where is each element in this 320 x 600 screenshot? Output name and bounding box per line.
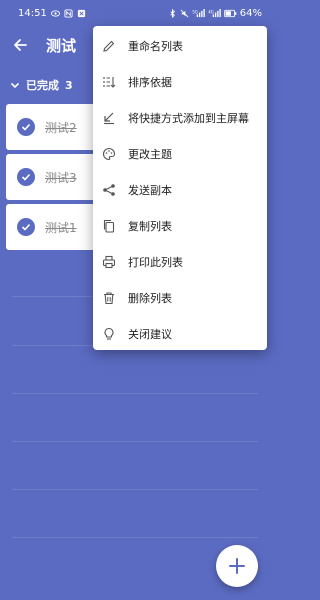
menu-item-delete-list[interactable]: 删除列表 — [93, 280, 267, 316]
check-icon — [21, 123, 31, 131]
menu-item-label: 复制列表 — [128, 220, 172, 233]
menu-item-label: 排序依据 — [128, 76, 172, 89]
svg-text:4G: 4G — [208, 9, 214, 14]
checkbox-checked[interactable] — [17, 118, 35, 136]
menu-item-change-theme[interactable]: 更改主题 — [93, 136, 267, 172]
overflow-menu: 重命名列表 排序依据 将快捷方式添加到主屏幕 更改主题 发送副本 复制列表 打印… — [93, 26, 267, 350]
pencil-icon — [101, 38, 117, 54]
menu-item-send-copy[interactable]: 发送副本 — [93, 172, 267, 208]
svg-text:5G: 5G — [192, 9, 198, 14]
menu-item-label: 打印此列表 — [128, 256, 183, 269]
trash-icon — [101, 290, 117, 306]
menu-item-add-shortcut[interactable]: 将快捷方式添加到主屏幕 — [93, 100, 267, 136]
checkbox-checked[interactable] — [17, 218, 35, 236]
checkbox-checked[interactable] — [17, 168, 35, 186]
signal-4g-icon: 4G — [208, 8, 221, 17]
menu-item-label: 重命名列表 — [128, 40, 183, 53]
menu-item-turn-off-suggestions[interactable]: 关闭建议 — [93, 316, 267, 352]
completed-section-toggle[interactable]: 已完成 3 — [10, 74, 73, 96]
printer-icon — [101, 254, 117, 270]
task-title: 测试1 — [45, 220, 77, 235]
chevron-down-icon — [10, 82, 20, 89]
bluetooth-icon — [170, 8, 175, 18]
share-icon — [101, 182, 117, 198]
menu-item-print-list[interactable]: 打印此列表 — [93, 244, 267, 280]
task-title: 测试2 — [45, 120, 77, 135]
copy-icon — [101, 218, 117, 234]
notification-icon — [77, 9, 85, 17]
check-icon — [21, 173, 31, 181]
completed-count: 3 — [65, 78, 73, 92]
menu-item-label: 关闭建议 — [128, 328, 172, 341]
check-icon — [21, 223, 31, 231]
battery-percent: 64% — [239, 7, 262, 19]
completed-label: 已完成 — [26, 79, 59, 92]
menu-item-duplicate-list[interactable]: 复制列表 — [93, 208, 267, 244]
arrow-left-icon — [14, 39, 27, 51]
background-rule — [12, 537, 258, 538]
sort-icon — [101, 74, 117, 90]
battery-icon — [223, 9, 237, 17]
back-button[interactable] — [0, 26, 40, 64]
eye-icon — [50, 9, 60, 17]
status-bar: 14:51 5G 4G 64% — [0, 0, 270, 26]
menu-item-label: 删除列表 — [128, 292, 172, 305]
background-rule — [12, 441, 258, 442]
add-task-button[interactable] — [216, 545, 258, 587]
task-title: 测试3 — [45, 170, 77, 185]
menu-item-label: 将快捷方式添加到主屏幕 — [128, 112, 249, 125]
menu-item-label: 更改主题 — [128, 148, 172, 161]
lightbulb-icon — [101, 326, 117, 342]
status-time: 14:51 — [18, 7, 47, 19]
plus-icon — [229, 558, 245, 574]
signal-5g-icon: 5G — [192, 8, 205, 17]
nfc-icon — [64, 8, 73, 18]
menu-item-sort-by[interactable]: 排序依据 — [93, 64, 267, 100]
shortcut-arrow-icon — [101, 110, 117, 126]
menu-item-label: 发送副本 — [128, 184, 172, 197]
background-rule — [12, 489, 258, 490]
background-rule — [12, 393, 258, 394]
mute-icon — [180, 9, 189, 17]
list-title: 测试 — [46, 36, 77, 55]
menu-item-rename-list[interactable]: 重命名列表 — [93, 28, 267, 64]
palette-icon — [101, 146, 117, 162]
